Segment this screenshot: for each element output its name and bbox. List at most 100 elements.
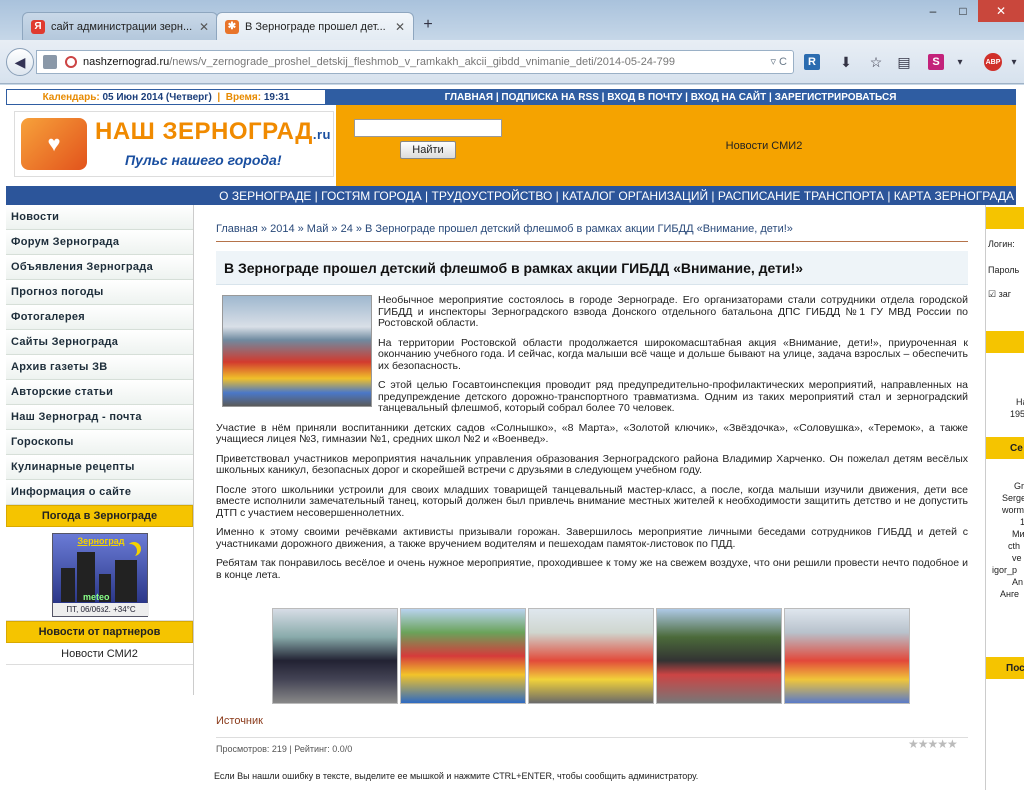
logo-tld: .ru <box>312 127 331 142</box>
tab-close-icon[interactable]: ✕ <box>199 20 209 34</box>
moon-icon <box>123 544 137 558</box>
article-stats: Просмотров: 219 | Рейтинг: 0.0/0 <box>216 737 968 754</box>
sidebar-item-archive[interactable]: Архив газеты ЗВ <box>6 355 193 380</box>
building-shape <box>115 560 137 602</box>
maximize-button[interactable]: □ <box>948 0 978 22</box>
dropdown-icon[interactable]: ▾ <box>950 52 970 72</box>
sidebar-item-sites[interactable]: Сайты Зернограда <box>6 330 193 355</box>
section-header-text: Се <box>1010 442 1023 454</box>
search-button[interactable]: Найти <box>400 141 456 159</box>
main-navigation[interactable]: О ЗЕРНОГРАДЕ | ГОСТЯМ ГОРОДА | ТРУДОУСТР… <box>6 186 1016 205</box>
gallery-photo[interactable] <box>400 608 526 704</box>
window-controls: – □ ✕ <box>918 0 1024 22</box>
download-icon[interactable]: ⬇ <box>836 52 856 72</box>
close-window-button[interactable]: ✕ <box>978 0 1024 22</box>
time-label: Время: <box>225 91 262 103</box>
sidebar-item-mail[interactable]: Наш Зерноград - почта <box>6 405 193 430</box>
logo-name: НАШ ЗЕРНОГРАД <box>95 118 313 145</box>
s-extension-icon[interactable]: S <box>928 54 944 70</box>
adblock-icon[interactable]: ABP <box>984 53 1002 71</box>
user-link[interactable]: ve <box>1012 553 1022 563</box>
search-input[interactable] <box>354 119 502 137</box>
url-host: nashzernograd.ru <box>83 56 170 68</box>
sidebar-item-recipes[interactable]: Кулинарные рецепты <box>6 455 193 480</box>
blocked-icon <box>65 56 77 68</box>
new-tab-button[interactable]: + <box>416 14 440 36</box>
url-bar[interactable]: nashzernograd.ru /news/v_zernograde_pros… <box>36 50 794 74</box>
calendar-label: Календарь: <box>42 91 100 103</box>
right-header-2 <box>986 331 1024 353</box>
user-link[interactable]: An <box>1012 577 1023 587</box>
reload-icon[interactable]: ▿ C <box>770 55 787 68</box>
back-button[interactable]: ◀ <box>6 48 34 76</box>
weather-informer[interactable]: Зерноград meteo ПТ, 06/06з2. +34°C <box>52 533 149 617</box>
breadcrumb[interactable]: Главная » 2014 » Май » 24 » В Зернограде… <box>216 223 968 242</box>
bookmark-star-icon[interactable]: ☆ <box>866 52 886 72</box>
partners-news-link[interactable]: Новости СМИ2 <box>6 643 193 665</box>
site-logo[interactable]: ♥ НАШ ЗЕРНОГРАД.ru Пульс нашего города! <box>14 111 334 177</box>
login-header <box>986 207 1024 229</box>
sidebar-item-forum[interactable]: Форум Зернограда <box>6 230 193 255</box>
user-link[interactable]: Gr <box>1014 481 1024 491</box>
checkbox-icon[interactable]: ☑ <box>988 289 996 299</box>
minimize-button[interactable]: – <box>918 0 948 22</box>
site-favicon-icon: ✱ <box>225 19 239 34</box>
site-identity-icon[interactable] <box>43 55 57 69</box>
gallery-photo[interactable] <box>784 608 910 704</box>
time-value: 19:31 <box>263 91 290 103</box>
remember-checkbox[interactable]: ☑ заг <box>988 289 1011 300</box>
source-link[interactable]: Источник <box>216 715 263 727</box>
sidebar-item-articles[interactable]: Авторские статьи <box>6 380 193 405</box>
extension-icon[interactable]: R <box>804 54 820 70</box>
article-paragraph: Приветствовал участников мероприятия нач… <box>216 452 968 476</box>
main-content: Главная » 2014 » Май » 24 » В Зернограде… <box>208 205 968 790</box>
sidebar-item-ads[interactable]: Объявления Зернограда <box>6 255 193 280</box>
sidebar-item-horoscopes[interactable]: Гороскопы <box>6 430 193 455</box>
tab-label: сайт администрации зерн... <box>51 20 193 33</box>
error-report-note: Если Вы нашли ошибку в тексте, выделите … <box>214 771 699 781</box>
meteo-brand: meteo <box>83 592 110 602</box>
user-link[interactable]: Анге <box>1000 589 1019 599</box>
weather-city: Зерноград <box>77 536 125 546</box>
logo-text: НАШ ЗЕРНОГРАД.ru <box>95 118 331 146</box>
weather-info: ПТ, 06/06з2. +34°C <box>53 603 149 616</box>
remember-label: заг <box>998 289 1012 299</box>
sidebar-item-news[interactable]: Новости <box>6 205 193 230</box>
back-arrow-icon: ◀ <box>14 53 26 70</box>
sidebar-item-weather[interactable]: Прогноз погоды <box>6 280 193 305</box>
tab-strip: Я сайт администрации зерн... ✕ ✱ В Зерно… <box>0 0 1024 40</box>
user-link[interactable]: 1 <box>1020 517 1024 527</box>
adblock-dropdown-icon[interactable]: ▾ <box>1004 52 1024 72</box>
user-link[interactable]: Serge <box>1002 493 1024 503</box>
site-header: ♥ НАШ ЗЕРНОГРАД.ru Пульс нашего города! … <box>6 105 1016 187</box>
bookmarks-list-icon[interactable]: ▤ <box>894 52 914 72</box>
right-sidebar: Логин: Пароль ☑ заг На 195 Се Gr Serge w… <box>985 205 1024 790</box>
gallery-photo[interactable] <box>272 608 398 704</box>
top-info-strip: Календарь: 05 Июн 2014 (Четверг) | Время… <box>6 89 1016 105</box>
rating-stars-icon[interactable]: ★★★★★ <box>908 737 958 751</box>
tab-close-icon[interactable]: ✕ <box>395 20 405 34</box>
password-label: Пароль <box>988 265 1020 275</box>
top-menu[interactable]: ГЛАВНАЯ | ПОДПИСКА НА RSS | ВХОД В ПОЧТУ… <box>325 92 1016 103</box>
smi2-news-widget[interactable]: Новости СМИ2 <box>512 105 1016 187</box>
user-link[interactable]: worm <box>1002 505 1024 515</box>
partners-header: Новости от партнеров <box>6 621 193 643</box>
user-link[interactable]: Ми <box>1012 529 1024 539</box>
article-main-photo[interactable] <box>222 295 372 407</box>
browser-tab-2[interactable]: ✱ В Зернограде прошел дет... ✕ <box>216 12 414 40</box>
calendar-value: 05 Июн 2014 (Четверг) <box>102 91 212 103</box>
weather-widget[interactable]: Зерноград meteo ПТ, 06/06з2. +34°C <box>6 527 193 621</box>
user-link[interactable]: cth <box>1008 541 1020 551</box>
browser-tab-1[interactable]: Я сайт администрации зерн... ✕ <box>22 12 218 40</box>
gallery-photo[interactable] <box>656 608 782 704</box>
article-title: В Зернограде прошел детский флешмоб в ра… <box>216 251 968 285</box>
gallery-photo[interactable] <box>528 608 654 704</box>
sidebar-item-gallery[interactable]: Фотогалерея <box>6 305 193 330</box>
article-paragraph: Именно к этому своими речёвками активист… <box>216 526 968 550</box>
article-paragraph: Участие в нём приняли воспитанники детск… <box>216 421 968 445</box>
sidebar-item-info[interactable]: Информация о сайте <box>6 480 193 505</box>
user-link[interactable]: igor_p <box>992 565 1017 575</box>
building-shape <box>61 568 75 602</box>
login-label: Логин: <box>988 239 1015 249</box>
calendar-time: Календарь: 05 Июн 2014 (Четверг) | Время… <box>7 90 325 104</box>
